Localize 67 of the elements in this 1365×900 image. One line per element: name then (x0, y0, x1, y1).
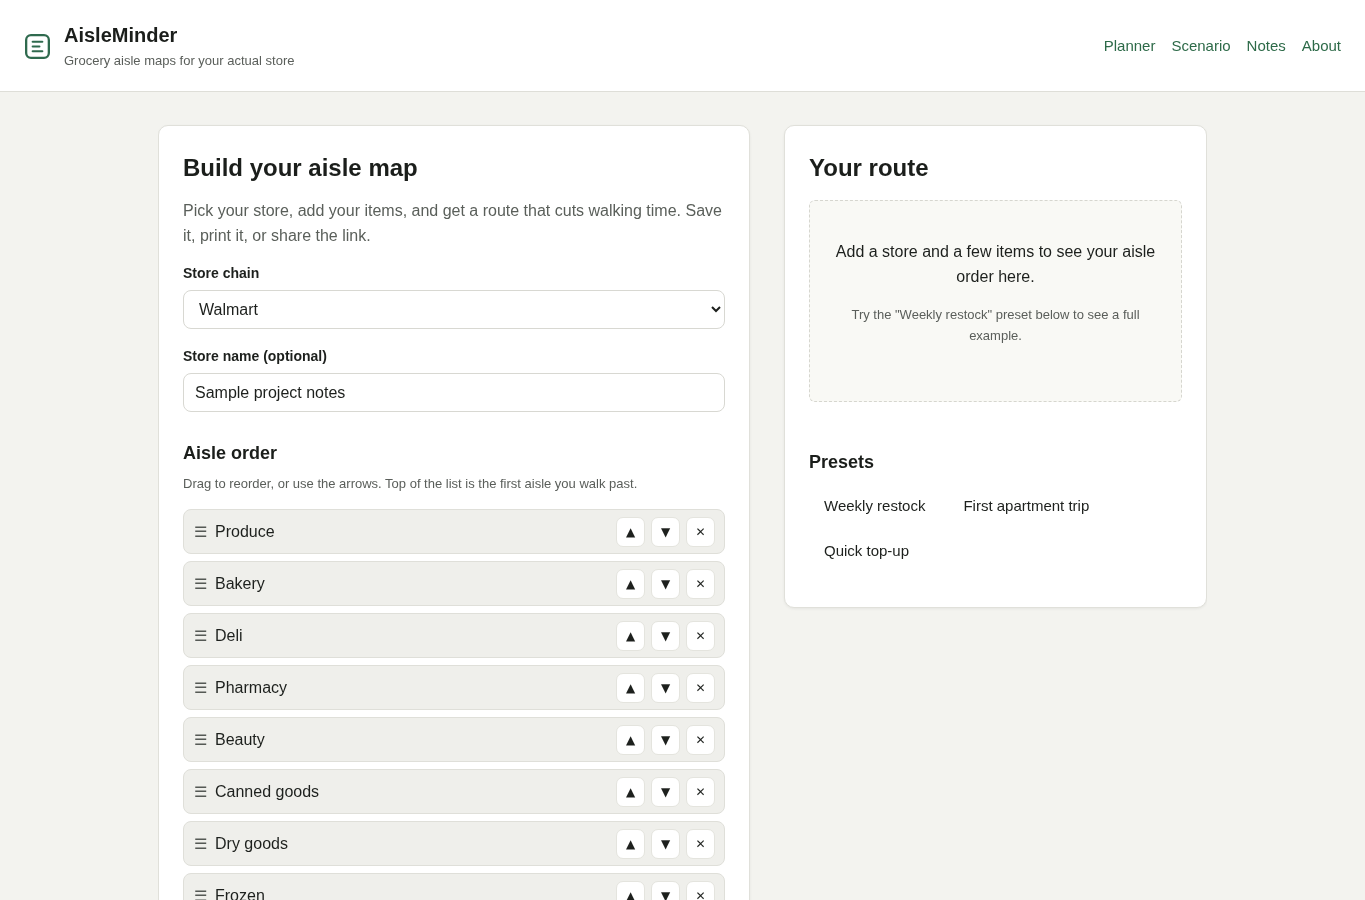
drag-handle-icon[interactable]: ☰ (194, 522, 207, 541)
remove-button[interactable]: ✕ (686, 880, 715, 900)
nav-link[interactable]: About (1301, 35, 1341, 56)
move-up-button[interactable]: ▲ (616, 568, 645, 599)
aisle-row[interactable]: ☰ Produce ▲ ▼ ✕ (183, 509, 725, 554)
move-up-button[interactable]: ▲ (616, 724, 645, 755)
drag-handle-icon[interactable]: ☰ (194, 574, 207, 593)
remove-button[interactable]: ✕ (686, 776, 715, 807)
app-title: AisleMinder (64, 22, 179, 48)
drag-handle-icon[interactable]: ☰ (194, 730, 207, 749)
store-name-input[interactable]: Sample project notes (183, 373, 725, 412)
move-up-button[interactable]: ▲ (616, 776, 645, 807)
aisle-row[interactable]: ☰ Deli ▲ ▼ ✕ (183, 613, 725, 658)
aisle-name: Canned goods (215, 781, 321, 802)
move-down-button[interactable]: ▼ (651, 672, 680, 703)
aisle-name: Frozen (215, 885, 266, 900)
aisle-name: Beauty (215, 729, 266, 750)
move-down-button[interactable]: ▼ (651, 620, 680, 651)
move-down-button[interactable]: ▼ (651, 724, 680, 755)
remove-button[interactable]: ✕ (686, 620, 715, 651)
aisle-name: Produce (215, 521, 276, 542)
drag-handle-icon[interactable]: ☰ (194, 886, 207, 900)
drag-handle-icon[interactable]: ☰ (194, 782, 207, 801)
empty-hint: Try the "Weekly restock" preset below to see a full example. (850, 306, 1141, 345)
nav-link[interactable]: Planner (1103, 35, 1156, 56)
aisle-row[interactable]: ☰ Canned goods ▲ ▼ ✕ (183, 769, 725, 814)
move-down-button[interactable]: ▼ (651, 516, 680, 547)
remove-button[interactable]: ✕ (686, 672, 715, 703)
remove-button[interactable]: ✕ (686, 724, 715, 755)
drag-handle-icon[interactable]: ☰ (194, 626, 207, 645)
section-title: Aisle order (183, 442, 279, 465)
move-up-button[interactable]: ▲ (616, 672, 645, 703)
empty-message: Add a store and a few items to see your aisle order here. (834, 242, 1157, 287)
list-logo-icon (25, 34, 50, 59)
preset-button[interactable]: Weekly restock (809, 487, 941, 524)
aisle-row[interactable]: ☰ Bakery ▲ ▼ ✕ (183, 561, 725, 606)
nav-link[interactable]: Notes (1246, 35, 1286, 56)
intro-text: Pick your store, add your items, and get a route that cuts walking time. Save it, print it, or share the link. (183, 201, 723, 246)
move-up-button[interactable]: ▲ (616, 516, 645, 547)
move-down-button[interactable]: ▼ (651, 568, 680, 599)
remove-button[interactable]: ✕ (686, 516, 715, 547)
field-label: Store chain (183, 264, 261, 282)
hint-text: Drag to reorder, or use the arrows. Top of the list is the first aisle you walk past. (183, 475, 639, 493)
aisle-row[interactable]: ☰ Dry goods ▲ ▼ ✕ (183, 821, 725, 866)
nav-link[interactable]: Scenario (1171, 35, 1231, 56)
move-down-button[interactable]: ▼ (651, 776, 680, 807)
remove-button[interactable]: ✕ (686, 828, 715, 859)
store-chain-select[interactable]: Walmart (183, 290, 725, 329)
preset-button[interactable]: First apartment trip (948, 487, 1105, 524)
aisle-row[interactable]: ☰ Pharmacy ▲ ▼ ✕ (183, 665, 725, 710)
aisle-row[interactable]: ☰ Beauty ▲ ▼ ✕ (183, 717, 725, 762)
app-tagline: Grocery aisle maps for your actual store (64, 51, 295, 70)
card-title: Your route (809, 153, 930, 183)
move-up-button[interactable]: ▲ (616, 828, 645, 859)
section-title: Presets (809, 451, 876, 474)
card-title: Build your aisle map (183, 153, 419, 183)
field-label: Store name (optional) (183, 347, 328, 365)
preset-button[interactable]: Quick top-up (809, 532, 925, 569)
drag-handle-icon[interactable]: ☰ (194, 834, 207, 853)
aisle-name: Bakery (215, 573, 266, 594)
aisle-name: Dry goods (215, 833, 289, 854)
remove-button[interactable]: ✕ (686, 568, 715, 599)
drag-handle-icon[interactable]: ☰ (194, 678, 207, 697)
move-up-button[interactable]: ▲ (616, 620, 645, 651)
aisle-name: Deli (215, 625, 244, 646)
aisle-name: Pharmacy (215, 677, 289, 698)
move-down-button[interactable]: ▼ (651, 828, 680, 859)
